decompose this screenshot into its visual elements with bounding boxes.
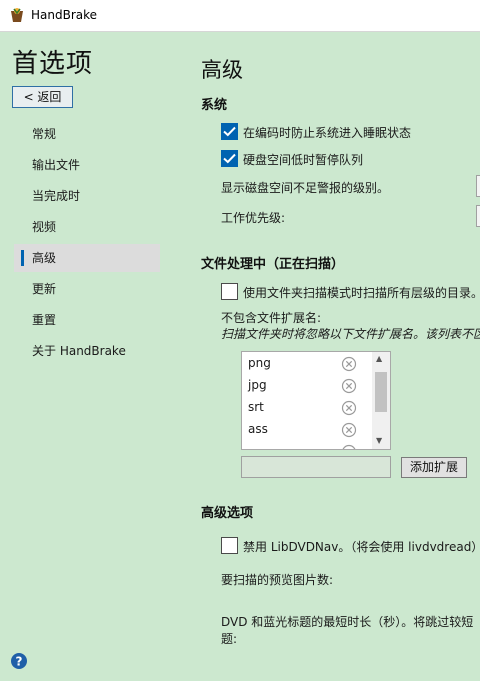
sidebar-item-reset[interactable]: 重置	[14, 306, 160, 334]
sidebar-item-label: 更新	[32, 282, 57, 296]
pause-low-disk-label: 硬盘空间低时暂停队列	[243, 153, 364, 167]
sidebar-item-label: 关于 HandBrake	[32, 344, 126, 358]
prevent-sleep-checkbox[interactable]	[221, 123, 238, 140]
remove-icon[interactable]	[341, 356, 357, 372]
extension-list-scrollbar[interactable]: ▲ ▼	[372, 352, 390, 449]
window-title: HandBrake	[31, 8, 98, 22]
scroll-down-icon[interactable]: ▼	[376, 436, 382, 445]
recursive-scan-label: 使用文件夹扫描模式时扫描所有层级的目录。	[243, 286, 480, 300]
list-item[interactable]: png	[242, 353, 370, 375]
checkmark-icon	[223, 153, 236, 164]
prevent-sleep-label: 在编码时防止系统进入睡眠状态	[243, 126, 412, 140]
help-icon[interactable]: ?	[11, 653, 27, 669]
low-disk-warning-input[interactable]	[476, 175, 480, 197]
new-extension-input[interactable]	[241, 456, 391, 478]
sidebar-nav: 常规 输出文件 当完成时 视频 高级 更新 重置 关于 HandBrake	[14, 120, 160, 368]
list-item[interactable]: ass	[242, 419, 370, 441]
low-disk-warning-label: 显示磁盘空间不足警报的级别。	[221, 181, 390, 195]
pause-low-disk-checkbox[interactable]	[221, 150, 238, 167]
extension-list: png jpg srt ass ▲ ▼	[241, 351, 391, 450]
min-title-duration-label: DVD 和蓝光标题的最短时长（秒）。将跳过较短	[221, 615, 474, 629]
list-item[interactable]: jpg	[242, 375, 370, 397]
file-handling-heading: 文件处理中（正在扫描）	[201, 257, 345, 272]
priority-dropdown[interactable]	[476, 205, 480, 227]
preferences-heading: 首选项	[12, 49, 94, 79]
sidebar-item-general[interactable]: 常规	[14, 120, 160, 148]
scrollbar-thumb[interactable]	[375, 372, 387, 412]
checkmark-icon	[223, 126, 236, 137]
sidebar-item-video[interactable]: 视频	[14, 213, 160, 241]
page-title: 高级	[201, 58, 243, 82]
title-bar: HandBrake	[0, 0, 480, 32]
preview-count-label: 要扫描的预览图片数:	[221, 573, 334, 587]
remove-icon	[342, 444, 356, 449]
sidebar-item-label: 高级	[32, 251, 57, 265]
priority-label: 工作优先级:	[221, 211, 286, 225]
exclude-extensions-hint: 扫描文件夹时将忽略以下文件扩展名。该列表不区	[221, 327, 480, 341]
advanced-options-heading: 高级选项	[201, 506, 254, 521]
add-extension-button[interactable]: 添加扩展	[401, 457, 467, 478]
exclude-extensions-label: 不包含文件扩展名:	[221, 311, 322, 325]
system-heading: 系统	[201, 98, 228, 113]
sidebar-item-output-files[interactable]: 输出文件	[14, 151, 160, 179]
extension-text: png	[248, 356, 271, 370]
list-item-partial	[242, 441, 370, 449]
list-item[interactable]: srt	[242, 397, 370, 419]
disable-libdvdnav-checkbox[interactable]	[221, 537, 238, 554]
remove-icon[interactable]	[341, 378, 357, 394]
sidebar-item-label: 输出文件	[32, 158, 81, 172]
sidebar-item-about[interactable]: 关于 HandBrake	[14, 337, 160, 365]
extension-text: jpg	[248, 378, 267, 392]
sidebar-item-updates[interactable]: 更新	[14, 275, 160, 303]
scroll-up-icon[interactable]: ▲	[376, 354, 382, 363]
extension-text: srt	[248, 400, 264, 414]
sidebar-item-label: 当完成时	[32, 189, 81, 203]
sidebar-item-when-done[interactable]: 当完成时	[14, 182, 160, 210]
sidebar-item-label: 常规	[32, 127, 57, 141]
recursive-scan-checkbox[interactable]	[221, 283, 238, 300]
sidebar-item-label: 视频	[32, 220, 57, 234]
sidebar-item-advanced[interactable]: 高级	[14, 244, 160, 272]
remove-icon[interactable]	[341, 400, 357, 416]
remove-icon[interactable]	[341, 422, 357, 438]
sidebar-item-label: 重置	[32, 313, 57, 327]
min-title-duration-label-cont: 题:	[221, 632, 238, 646]
svg-text:?: ?	[16, 655, 23, 669]
handbrake-logo-icon	[11, 8, 23, 22]
back-button[interactable]: < 返回	[12, 86, 73, 108]
extension-text: ass	[248, 422, 268, 436]
disable-libdvdnav-label: 禁用 LibDVDNav。（将会使用 livdvdread）	[243, 540, 480, 554]
